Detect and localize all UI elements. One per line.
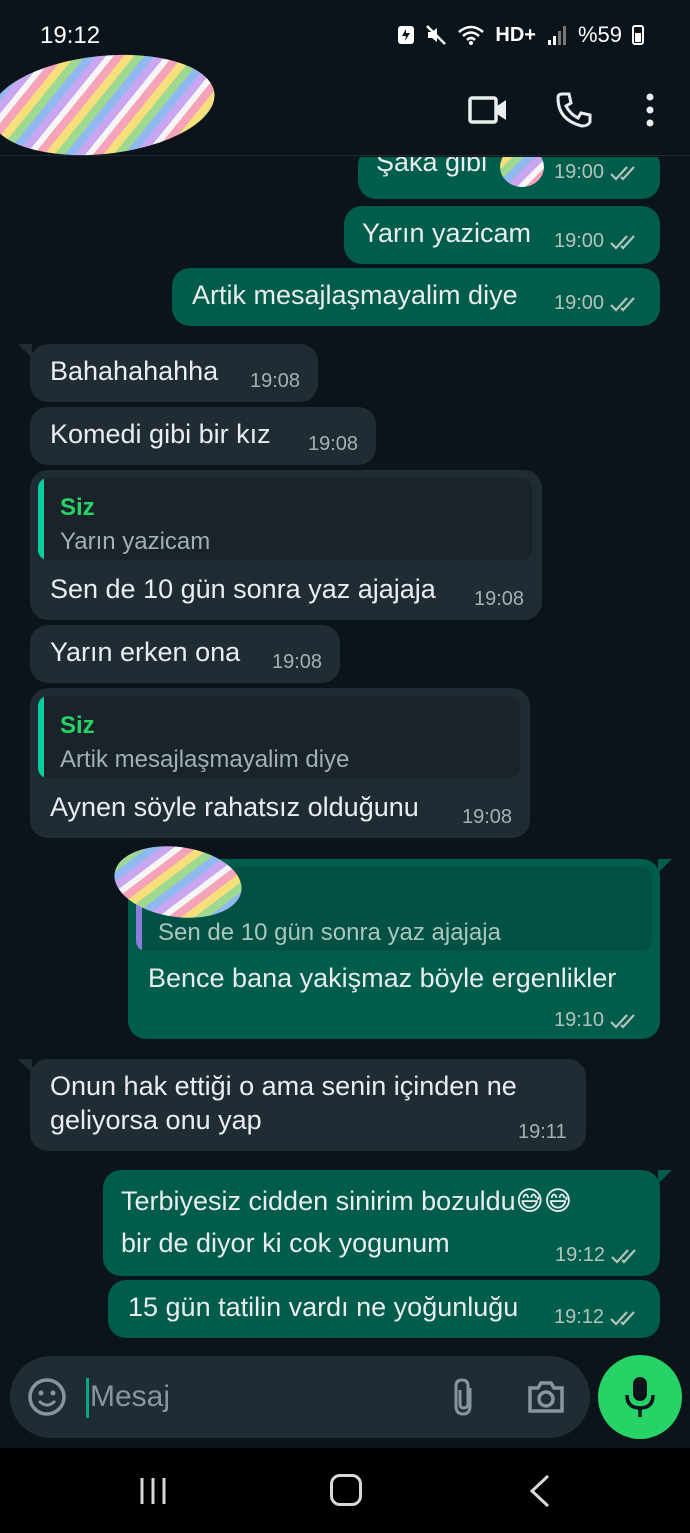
video-call-icon[interactable] [466,88,510,132]
text-cursor [86,1378,89,1418]
message-meta: 19:08 [474,588,524,611]
chat-header [0,44,690,166]
message-time: 19:12 [554,1306,605,1328]
message-time: 19:08 [474,588,525,610]
quote-text: Yarın yazicam [60,528,211,555]
status-icons: HD+ %59 [397,22,644,48]
battery-icon [632,25,644,45]
system-navigation-bar [0,1448,690,1533]
more-vert-icon[interactable] [628,88,672,132]
message-bubble-incoming[interactable]: Yarın erken ona 19:08 [30,625,340,683]
message-text: 15 gün tatilin vardı ne yoğunluğu [128,1292,519,1322]
message-text-line2: bir de diyor ki cok yogunum [121,1228,450,1258]
message-text: Yarın erken ona [50,637,241,667]
bubble-tail [658,859,672,873]
message-bubble-outgoing[interactable]: Şaka gibi 19:00 [358,157,660,199]
battery-saver-icon [398,26,415,44]
message-bubble-incoming[interactable]: Komedi gibi bir kız 19:08 [30,407,376,465]
message-bubble-outgoing[interactable]: Terbiyesiz cidden sinirim bozuldu😅😅 bir … [103,1170,660,1276]
quote-text: Sen de 10 gün sonra yaz ajajaja [158,919,501,946]
message-text: Şaka gibi [376,157,488,177]
message-time: 19:08 [272,651,323,673]
message-time: 19:08 [308,433,359,455]
read-ticks-icon [610,1310,635,1326]
message-text: Sen de 10 gün sonra yaz ajajaja [50,574,436,604]
quoted-message[interactable]: Siz Artik mesajlaşmayalim diye [38,696,520,778]
quoted-message[interactable]: Siz Yarın yazicam [38,478,532,560]
message-meta: 19:08 [250,370,300,393]
message-bubble-outgoing[interactable]: Artik mesajlaşmayalim diye 19:00 [172,268,660,326]
status-time: 19:12 [40,22,101,49]
message-meta: 19:00 [554,161,640,184]
emoji-icon[interactable] [26,1376,68,1418]
message-bubble-incoming[interactable]: Siz Yarın yazicam Sen de 10 gün sonra ya… [30,470,542,620]
mute-icon [426,25,447,45]
chat-area[interactable]: Şaka gibi 19:00 Yarın yazicam 19:00 Arti… [0,157,690,1350]
message-text: Yarın yazicam [362,218,532,248]
message-input[interactable] [90,1374,420,1420]
message-time: 19:08 [462,806,513,828]
battery-percent: %59 [577,22,622,47]
voice-call-icon[interactable] [552,88,596,132]
message-text-line1: Onun hak ettiği o ama senin içinden ne [50,1071,517,1101]
wifi-icon [458,25,485,45]
voice-message-button[interactable] [598,1355,682,1439]
message-text: Artik mesajlaşmayalim diye [192,280,518,310]
message-bubble-outgoing[interactable]: Yarın yazicam 19:00 [344,206,660,264]
message-time: 19:08 [250,370,301,392]
message-text-line1: Terbiyesiz cidden sinirim bozuldu😅😅 [121,1186,572,1216]
message-meta: 19:12 [554,1306,640,1329]
message-meta: 19:00 [554,292,640,315]
message-text: Bence bana yakişmaz böyle ergenlikler [148,963,617,993]
network-type: HD+ [495,23,536,46]
message-bubble-incoming[interactable]: Siz Artik mesajlaşmayalim diye Aynen söy… [30,688,530,838]
redacted-sticker [500,157,544,187]
attach-icon[interactable] [448,1376,478,1418]
message-text: Komedi gibi bir kız [50,419,271,449]
quote-author: Siz [60,712,95,739]
bubble-tail [658,1170,672,1184]
back-icon[interactable] [528,1474,552,1508]
message-meta: 19:10 [554,1009,640,1032]
read-ticks-icon [611,1248,636,1264]
message-bubble-outgoing[interactable]: 15 gün tatilin vardı ne yoğunluğu 19:12 [108,1280,660,1338]
read-ticks-icon [610,296,635,312]
read-ticks-icon [610,234,635,250]
message-meta: 19:08 [462,806,512,829]
message-bubble-incoming[interactable]: Bahahahahha 19:08 [30,344,318,402]
signal-icon [547,26,566,45]
message-time: 19:10 [554,1009,605,1031]
camera-icon[interactable] [526,1378,566,1416]
message-meta: 19:00 [554,230,640,253]
message-compose-bar [10,1356,590,1438]
read-ticks-icon [610,1013,635,1029]
message-bubble-incoming[interactable]: Onun hak ettiği o ama senin içinden ne g… [30,1059,586,1151]
message-time: 19:00 [554,292,605,314]
message-meta: 19:08 [272,651,322,674]
message-meta: 19:11 [518,1121,567,1144]
message-meta: 19:12 [555,1244,641,1267]
message-text: Bahahahahha [50,356,219,386]
message-text-line2: geliyorsa onu yap [50,1105,262,1135]
message-meta: 19:08 [308,433,358,456]
message-time: 19:00 [554,161,605,183]
message-time: 19:11 [518,1121,567,1143]
home-icon[interactable] [330,1474,362,1506]
quote-text: Artik mesajlaşmayalim diye [60,746,350,773]
message-time: 19:00 [554,230,605,252]
message-time: 19:12 [555,1244,606,1266]
read-ticks-icon [610,165,635,181]
mic-icon [625,1377,655,1417]
quote-author: Siz [60,494,95,521]
message-text: Aynen söyle rahatsız olduğunu [50,792,419,822]
recent-apps-icon[interactable] [136,1476,172,1506]
